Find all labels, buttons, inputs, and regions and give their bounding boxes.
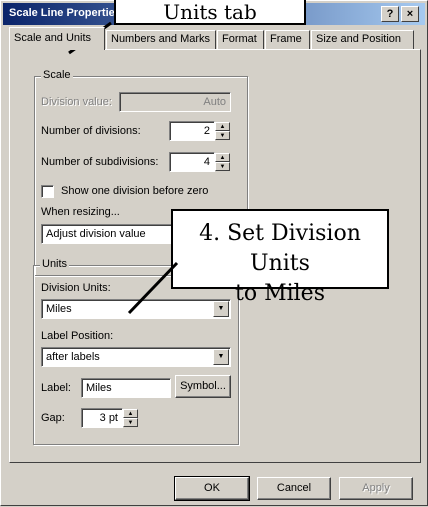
tab-scale-and-units[interactable]: Scale and Units — [9, 27, 105, 50]
scale-line-properties-dialog: Scale Line Properties ? × Scale and Unit… — [0, 0, 428, 506]
annotation-arrows — [68, 21, 179, 315]
arrow-to-division-units — [127, 261, 179, 315]
